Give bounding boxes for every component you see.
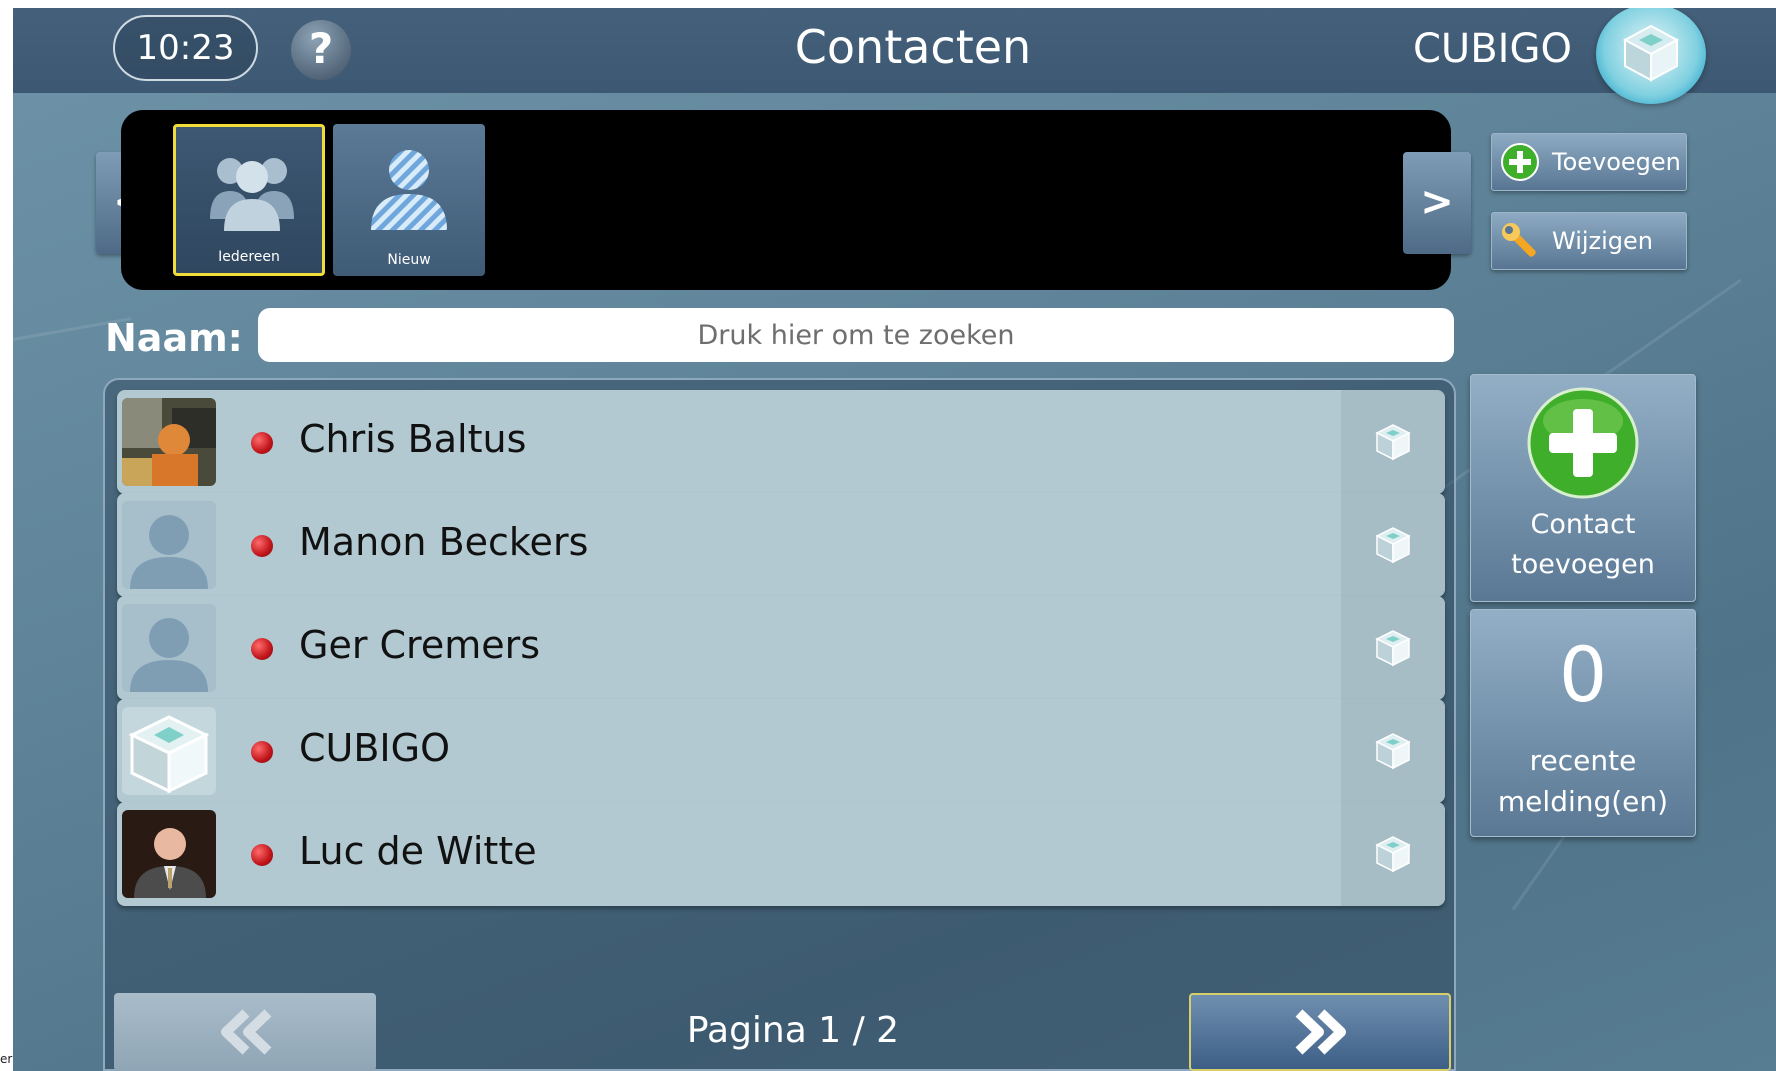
plus-icon xyxy=(1527,387,1639,499)
contact-row-ger-cremers[interactable]: Ger Cremers xyxy=(117,596,1445,700)
page-title: Contacten xyxy=(794,20,1032,74)
add-button-label: Toevoegen xyxy=(1552,148,1681,176)
notification-count: 0 xyxy=(1558,630,1608,719)
double-chevron-left-icon xyxy=(221,1009,272,1055)
contact-action[interactable] xyxy=(1341,699,1445,803)
add-contact-label-line1: Contact xyxy=(1530,509,1636,540)
contact-name: Luc de Witte xyxy=(299,829,537,873)
status-indicator xyxy=(251,432,273,454)
avatar-photo xyxy=(122,398,216,486)
contact-name: Chris Baltus xyxy=(299,417,527,461)
footer-text: er xyxy=(0,1052,13,1066)
contact-action[interactable] xyxy=(1341,390,1445,494)
group-icon xyxy=(210,158,294,231)
edit-button[interactable]: Wijzigen xyxy=(1491,212,1687,270)
cube-icon xyxy=(1375,836,1411,873)
contact-row-cubigo[interactable]: CUBIGO xyxy=(117,699,1445,803)
clock: 10:23 xyxy=(113,15,258,81)
contact-name: CUBIGO xyxy=(299,726,450,770)
contact-action[interactable] xyxy=(1341,493,1445,597)
group-tile-nieuw[interactable]: Nieuw xyxy=(333,124,485,276)
avatar-photo xyxy=(122,810,216,898)
contact-row-luc-de-witte[interactable]: Luc de Witte xyxy=(117,802,1445,906)
wrench-icon xyxy=(1502,223,1536,257)
status-indicator xyxy=(251,638,273,660)
search-label: Naam: xyxy=(105,316,243,360)
next-page-button[interactable] xyxy=(1189,993,1451,1071)
cube-icon xyxy=(1375,424,1411,461)
add-contact-button[interactable]: Contact toevoegen xyxy=(1470,374,1696,602)
group-carousel: Iedereen Nieuw xyxy=(121,110,1451,290)
new-person-icon xyxy=(371,150,447,230)
group-tile-iedereen[interactable]: Iedereen xyxy=(173,124,325,276)
avatar-cubigo-logo xyxy=(122,707,216,795)
help-icon[interactable]: ? xyxy=(291,20,351,80)
cube-icon xyxy=(1375,630,1411,667)
add-contact-label-line2: toevoegen xyxy=(1511,549,1655,580)
plus-icon xyxy=(1501,143,1539,181)
page-indicator: Pagina 1 / 2 xyxy=(686,1010,900,1051)
contact-list: Chris Baltus Manon Beckers Ger Cremers C… xyxy=(103,378,1456,1071)
status-indicator xyxy=(251,741,273,763)
status-indicator xyxy=(251,844,273,866)
app-window: 10:23 ? Contacten CUBIGO < Iedereen xyxy=(13,8,1776,1071)
add-button[interactable]: Toevoegen xyxy=(1491,133,1687,191)
avatar-default-person xyxy=(122,501,216,589)
avatar-default-person xyxy=(122,604,216,692)
carousel-next-button[interactable]: > xyxy=(1403,152,1471,254)
previous-page-button[interactable] xyxy=(114,993,376,1071)
top-bar: 10:23 ? Contacten CUBIGO xyxy=(13,8,1776,104)
group-label: Nieuw xyxy=(387,252,431,268)
cube-icon xyxy=(1375,527,1411,564)
double-chevron-right-icon xyxy=(1295,1009,1346,1055)
contact-action[interactable] xyxy=(1341,802,1445,906)
cube-icon xyxy=(1375,733,1411,770)
contact-name: Manon Beckers xyxy=(299,520,589,564)
contact-row-chris-baltus[interactable]: Chris Baltus xyxy=(117,390,1445,494)
notifications-label-line2: melding(en) xyxy=(1497,785,1669,818)
cubigo-logo-icon[interactable] xyxy=(1596,8,1706,104)
brand-label: CUBIGO xyxy=(1413,26,1572,72)
search-input[interactable] xyxy=(258,308,1454,362)
status-indicator xyxy=(251,535,273,557)
notifications-button[interactable]: 0 recente melding(en) xyxy=(1470,609,1696,837)
contact-row-manon-beckers[interactable]: Manon Beckers xyxy=(117,493,1445,597)
contact-action[interactable] xyxy=(1341,596,1445,700)
notifications-label-line1: recente xyxy=(1529,744,1637,777)
group-label: Iedereen xyxy=(218,249,280,265)
contact-name: Ger Cremers xyxy=(299,623,541,667)
edit-button-label: Wijzigen xyxy=(1552,227,1654,255)
